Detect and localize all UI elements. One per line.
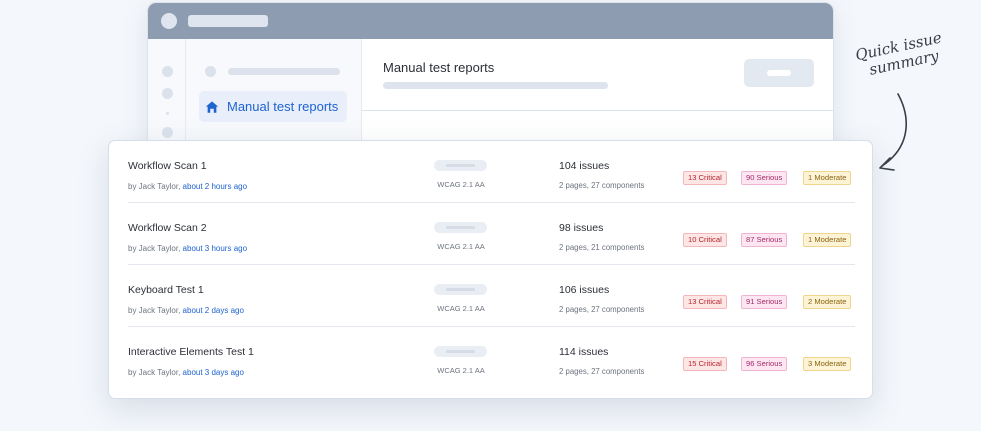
button-label-placeholder [767,70,791,76]
report-row[interactable]: Workflow Scan 1 by Jack Taylor, about 2 … [128,141,855,203]
home-icon [205,100,219,113]
report-author: by Jack Taylor, [128,182,183,191]
sidebar-item-manual-test-reports[interactable]: Manual test reports [199,91,347,122]
subtitle-placeholder [383,82,608,89]
report-name[interactable]: Interactive Elements Test 1 [128,346,254,358]
report-author: by Jack Taylor, [128,368,183,377]
report-name[interactable]: Keyboard Test 1 [128,284,204,296]
rail-icon-placeholder[interactable] [162,127,173,138]
sidebar-placeholder-dot [205,66,216,77]
report-name[interactable]: Workflow Scan 2 [128,222,207,234]
report-time-link[interactable]: about 3 hours ago [183,244,248,253]
report-byline: by Jack Taylor, about 3 days ago [128,368,244,377]
serious-badge: 96 Serious [741,357,788,371]
report-standard: WCAG 2.1 AA [437,180,485,189]
content-header: Manual test reports [362,39,833,111]
report-time-link[interactable]: about 3 days ago [183,368,244,377]
critical-badge: 13 Critical [683,295,727,309]
title-placeholder [188,15,268,27]
annotation-note: Quick issue summary [843,27,958,83]
report-byline: by Jack Taylor, about 2 hours ago [128,182,247,191]
sidebar-placeholder-line [228,68,340,75]
annotation-arrow-icon [879,93,907,171]
standard-pill-placeholder [434,222,487,233]
report-row[interactable]: Keyboard Test 1 by Jack Taylor, about 2 … [128,265,855,327]
issue-count: 114 issues [559,346,609,358]
header-action-button[interactable] [744,59,814,87]
standard-pill-placeholder [434,346,487,357]
issue-count: 106 issues [559,284,610,296]
report-standard: WCAG 2.1 AA [437,366,485,375]
page-count: 2 pages, 27 components [559,305,645,314]
moderate-badge: 1 Moderate [803,171,852,185]
report-row[interactable]: Interactive Elements Test 1 by Jack Tayl… [128,327,855,389]
issue-count: 98 issues [559,222,604,234]
critical-badge: 15 Critical [683,357,727,371]
report-author: by Jack Taylor, [128,244,183,253]
report-byline: by Jack Taylor, about 2 days ago [128,306,244,315]
rail-icon-placeholder[interactable] [162,88,173,99]
moderate-badge: 3 Moderate [803,357,852,371]
critical-badge: 13 Critical [683,171,727,185]
report-time-link[interactable]: about 2 hours ago [183,182,248,191]
report-row[interactable]: Workflow Scan 2 by Jack Taylor, about 3 … [128,203,855,265]
rail-dot [166,112,169,115]
sidebar-item-label: Manual test reports [227,99,339,114]
window-titlebar [148,3,833,39]
report-byline: by Jack Taylor, about 3 hours ago [128,244,247,253]
rail-icon-placeholder[interactable] [162,66,173,77]
standard-pill-placeholder [434,160,487,171]
standard-pill-placeholder [434,284,487,295]
window-control-dot[interactable] [161,13,177,29]
moderate-badge: 1 Moderate [803,233,852,247]
page-count: 2 pages, 21 components [559,243,645,252]
serious-badge: 90 Serious [741,171,788,185]
page-title: Manual test reports [383,60,495,75]
serious-badge: 91 Serious [741,295,788,309]
report-time-link[interactable]: about 2 days ago [183,306,244,315]
critical-badge: 10 Critical [683,233,727,247]
moderate-badge: 2 Moderate [803,295,852,309]
serious-badge: 87 Serious [741,233,788,247]
issue-count: 104 issues [559,160,610,172]
page-count: 2 pages, 27 components [559,181,645,190]
report-standard: WCAG 2.1 AA [437,304,485,313]
report-name[interactable]: Workflow Scan 1 [128,160,207,172]
page-count: 2 pages, 27 components [559,367,645,376]
reports-card: Workflow Scan 1 by Jack Taylor, about 2 … [108,140,873,399]
report-standard: WCAG 2.1 AA [437,242,485,251]
report-author: by Jack Taylor, [128,306,183,315]
